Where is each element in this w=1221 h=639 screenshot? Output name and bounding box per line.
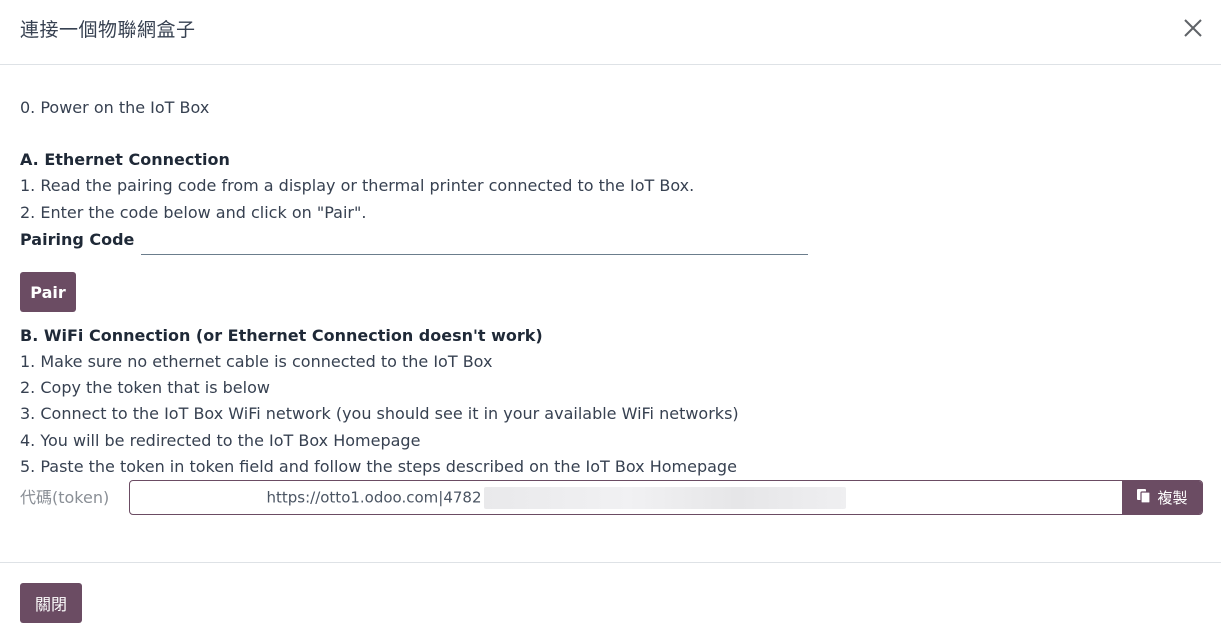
- wifi-step-4: 4. You will be redirected to the IoT Box…: [20, 431, 421, 450]
- close-icon[interactable]: [1183, 18, 1203, 38]
- dialog-title: 連接一個物聯網盒子: [20, 19, 196, 41]
- token-redacted-area: [483, 486, 846, 509]
- copy-button-label: 複製: [1157, 489, 1188, 507]
- pairing-code-input[interactable]: [141, 230, 808, 255]
- ethernet-step-2: 2. Enter the code below and click on "Pa…: [20, 203, 367, 222]
- wifi-step-1: 1. Make sure no ethernet cable is connec…: [20, 352, 493, 371]
- ethernet-step-1: 1. Read the pairing code from a display …: [20, 176, 695, 195]
- token-field[interactable]: https://otto1.odoo.com|4782: [130, 481, 1122, 514]
- pair-button[interactable]: Pair: [20, 272, 76, 312]
- token-value-wrapper: https://otto1.odoo.com|4782: [266, 486, 846, 509]
- wifi-step-2: 2. Copy the token that is below: [20, 378, 270, 397]
- step-0-text: 0. Power on the IoT Box: [20, 98, 210, 117]
- token-value: https://otto1.odoo.com|4782: [266, 488, 482, 506]
- wifi-step-3: 3. Connect to the IoT Box WiFi network (…: [20, 404, 739, 423]
- dialog-footer: 關閉: [0, 562, 1221, 639]
- pairing-code-label: Pairing Code: [20, 230, 135, 249]
- copy-icon: [1136, 488, 1152, 508]
- iot-connect-dialog: 連接一個物聯網盒子 0. Power on the IoT Box A. Eth…: [0, 0, 1221, 639]
- wifi-step-5: 5. Paste the token in token field and fo…: [20, 457, 737, 476]
- ethernet-heading: A. Ethernet Connection: [20, 150, 230, 169]
- token-label: 代碼(token): [20, 488, 110, 507]
- dialog-header: 連接一個物聯網盒子: [0, 0, 1221, 65]
- copy-button[interactable]: 複製: [1122, 481, 1202, 514]
- wifi-heading: B. WiFi Connection (or Ethernet Connecti…: [20, 326, 543, 345]
- close-dialog-button[interactable]: 關閉: [20, 583, 82, 623]
- token-field-group: https://otto1.odoo.com|4782 複製: [129, 480, 1203, 515]
